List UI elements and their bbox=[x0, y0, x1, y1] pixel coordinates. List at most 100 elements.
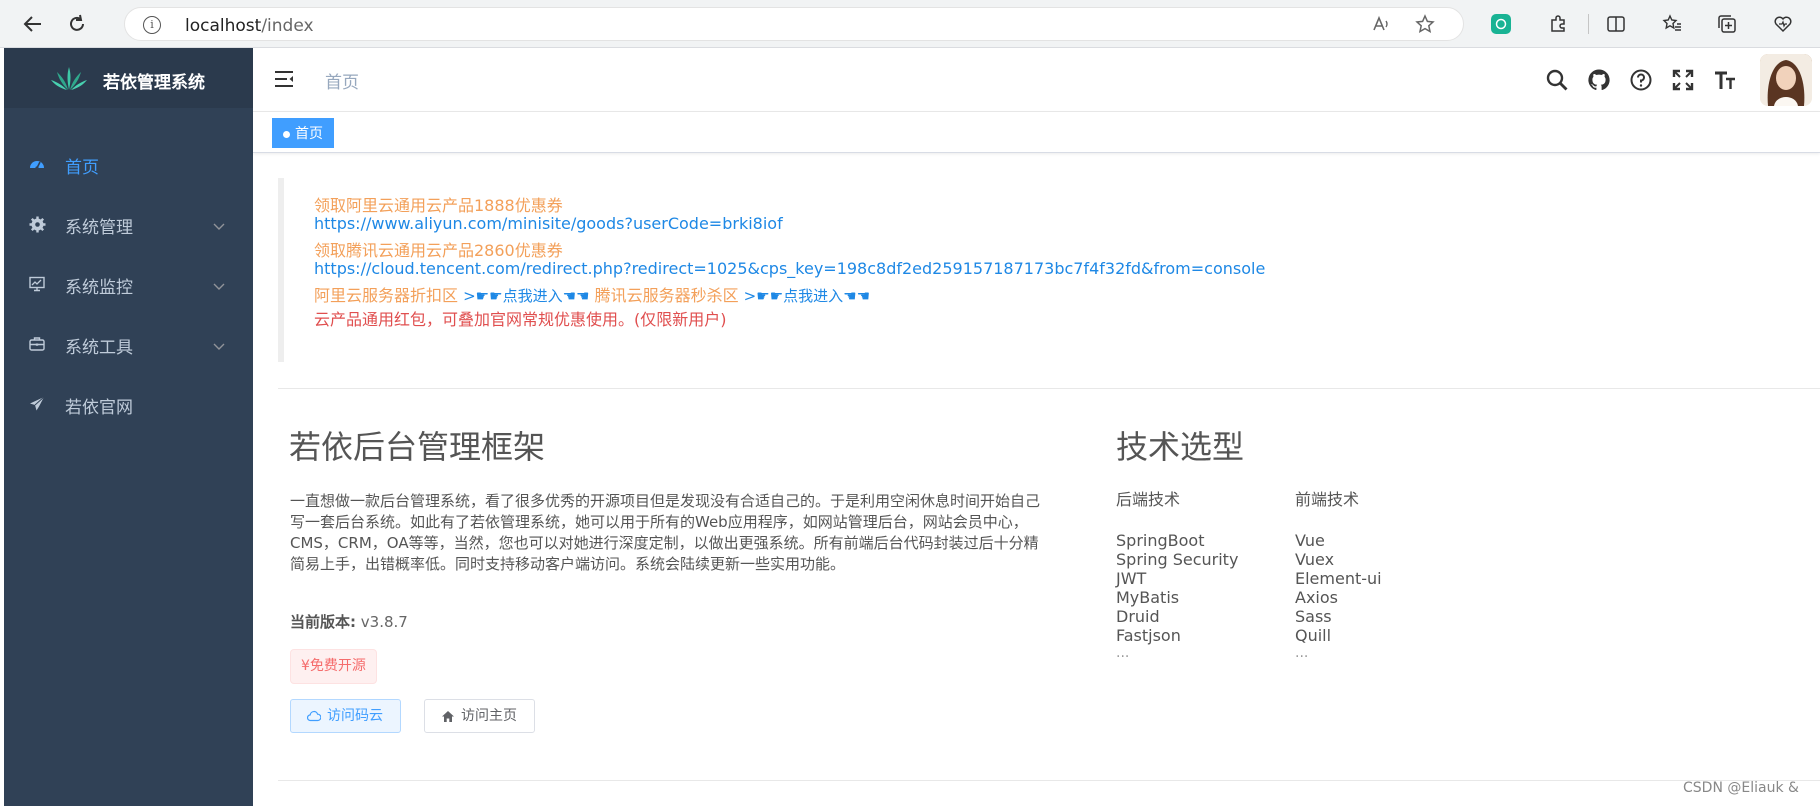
list-item: SpringBoot bbox=[1116, 531, 1205, 550]
sidebar-item-label: 系统管理 bbox=[65, 218, 133, 238]
version-label: 当前版本: bbox=[290, 613, 356, 631]
github-icon bbox=[1588, 69, 1610, 91]
hamburger-icon bbox=[275, 71, 293, 87]
browser-toolbar: i localhost/index bbox=[0, 0, 1820, 48]
framework-title: 若依后台管理框架 bbox=[289, 428, 546, 466]
sidebar-item-official-site[interactable]: 若依官网 bbox=[4, 376, 253, 432]
sidebar-item-monitor[interactable]: 系统监控 bbox=[4, 256, 253, 312]
tencent-server-zone: 腾讯云服务器秒杀区 bbox=[594, 286, 739, 305]
sidebar-toggle-button[interactable] bbox=[273, 68, 295, 90]
backend-tech-heading: 后端技术 bbox=[1116, 490, 1181, 509]
aliyun-coupon-link[interactable]: https://www.aliyun.com/minisite/goods?us… bbox=[314, 214, 783, 233]
question-circle-icon bbox=[1630, 69, 1652, 91]
split-screen-icon[interactable] bbox=[1604, 12, 1628, 36]
chevron-down-icon bbox=[213, 336, 225, 355]
breadcrumb: 首页 bbox=[325, 73, 359, 93]
chatgpt-extension-icon[interactable] bbox=[1491, 14, 1511, 34]
url-text: localhost/index bbox=[185, 16, 314, 36]
toolbox-icon bbox=[28, 335, 46, 353]
list-item: Vuex bbox=[1295, 550, 1335, 569]
browser-essentials-icon[interactable] bbox=[1771, 12, 1795, 36]
frontend-tech-heading: 前端技术 bbox=[1295, 490, 1360, 509]
tencent-enter-link[interactable]: >☛☛点我进入☚☚ bbox=[744, 287, 870, 305]
list-item: Sass bbox=[1295, 607, 1332, 626]
reload-button[interactable] bbox=[62, 9, 92, 39]
list-more: ... bbox=[1116, 645, 1130, 661]
top-navbar: 首页 bbox=[253, 48, 1820, 112]
sidebar-item-label: 若依官网 bbox=[65, 398, 133, 418]
collections-icon[interactable] bbox=[1715, 12, 1739, 36]
sidebar-item-label: 首页 bbox=[65, 158, 99, 178]
favorite-star-icon[interactable] bbox=[1414, 14, 1436, 36]
aliyun-server-zone: 阿里云服务器折扣区 bbox=[314, 286, 459, 305]
sidebar-item-label: 系统监控 bbox=[65, 278, 133, 298]
server-zone-row: 阿里云服务器折扣区 >☛☛点我进入☚☚ 腾讯云服务器秒杀区 >☛☛点我进入☚☚ bbox=[314, 282, 870, 306]
chevron-down-icon bbox=[213, 276, 225, 295]
version-line: 当前版本: v3.8.7 bbox=[290, 611, 408, 632]
github-button[interactable] bbox=[1585, 66, 1613, 94]
divider bbox=[278, 388, 1820, 389]
tag-home[interactable]: 首页 bbox=[272, 118, 334, 148]
csdn-watermark: CSDN @Eliauk & bbox=[1683, 780, 1799, 796]
version-value: v3.8.7 bbox=[360, 613, 408, 631]
visit-home-label: 访问主页 bbox=[461, 708, 517, 724]
sidebar-item-system[interactable]: 系统管理 bbox=[4, 196, 253, 252]
site-info-icon[interactable]: i bbox=[143, 16, 161, 34]
tags-view-bar: 首页 bbox=[253, 112, 1820, 153]
red-envelope-note: 云产品通用红包，可叠加官网常规优惠使用。(仅限新用户) bbox=[314, 310, 727, 329]
help-button[interactable] bbox=[1627, 66, 1655, 94]
promo-notice: 领取阿里云通用云产品1888优惠券 https://www.aliyun.com… bbox=[278, 178, 1820, 362]
tencent-coupon-link[interactable]: https://cloud.tencent.com/redirect.php?r… bbox=[314, 259, 1265, 278]
list-item: Quill bbox=[1295, 626, 1332, 645]
divider bbox=[278, 780, 1820, 781]
free-open-source-tag: ¥免费开源 bbox=[290, 649, 377, 684]
visit-home-button[interactable]: 访问主页 bbox=[424, 699, 535, 733]
sidebar-logo[interactable]: 若依管理系统 bbox=[4, 48, 253, 108]
reload-icon bbox=[70, 14, 84, 31]
gear-icon bbox=[28, 215, 46, 233]
list-item: Element-ui bbox=[1295, 569, 1382, 588]
visit-gitee-label: 访问码云 bbox=[327, 708, 383, 724]
frontend-tech-column: 前端技术 Vue Vuex Element-ui Axios Sass Quil… bbox=[1295, 486, 1382, 662]
url-path: /index bbox=[261, 16, 314, 36]
tech-stack-title: 技术选型 bbox=[1116, 428, 1245, 466]
sidebar-item-label: 系统工具 bbox=[65, 338, 133, 358]
backend-tech-column: 后端技术 SpringBoot Spring Security JWT MyBa… bbox=[1116, 486, 1238, 662]
read-aloud-icon[interactable] bbox=[1370, 14, 1392, 36]
list-item: JWT bbox=[1116, 569, 1147, 588]
monitor-icon bbox=[28, 275, 46, 293]
fullscreen-icon bbox=[1672, 69, 1694, 91]
active-dot-icon bbox=[283, 131, 290, 138]
chevron-down-icon bbox=[213, 216, 225, 235]
aliyun-coupon-title: 领取阿里云通用云产品1888优惠券 bbox=[314, 196, 563, 215]
font-size-icon bbox=[1715, 71, 1735, 89]
toolbar-separator bbox=[1588, 14, 1589, 34]
list-item: Vue bbox=[1295, 531, 1325, 550]
address-bar[interactable]: i localhost/index bbox=[124, 7, 1464, 41]
ruoyi-logo-icon bbox=[51, 67, 87, 90]
framework-description: 一直想做一款后台管理系统，看了很多优秀的开源项目但是发现没有合适自己的。于是利用… bbox=[290, 492, 1041, 573]
url-host: localhost bbox=[185, 16, 262, 36]
sidebar-logo-text: 若依管理系统 bbox=[103, 73, 205, 93]
sidebar-item-home[interactable]: 首页 bbox=[4, 136, 253, 192]
extensions-puzzle-icon[interactable] bbox=[1546, 12, 1570, 36]
sidebar-item-tools[interactable]: 系统工具 bbox=[4, 316, 253, 372]
list-item: Axios bbox=[1295, 588, 1338, 607]
paper-plane-icon bbox=[28, 395, 46, 413]
user-avatar[interactable] bbox=[1760, 54, 1812, 106]
search-icon bbox=[1546, 69, 1568, 91]
back-button[interactable] bbox=[18, 9, 48, 39]
search-button[interactable] bbox=[1543, 66, 1571, 94]
home-icon bbox=[441, 709, 455, 723]
aliyun-enter-link[interactable]: >☛☛点我进入☚☚ bbox=[463, 287, 589, 305]
font-size-button[interactable] bbox=[1711, 66, 1739, 94]
list-item: Fastjson bbox=[1116, 626, 1181, 645]
tencent-coupon-title: 领取腾讯云通用云产品2860优惠券 bbox=[314, 241, 563, 260]
visit-gitee-button[interactable]: 访问码云 bbox=[290, 699, 401, 733]
list-item: Spring Security bbox=[1116, 550, 1239, 569]
tag-label: 首页 bbox=[295, 126, 323, 142]
list-item: Druid bbox=[1116, 607, 1160, 626]
back-arrow-icon bbox=[23, 16, 41, 32]
fullscreen-button[interactable] bbox=[1669, 66, 1697, 94]
favorites-list-icon[interactable] bbox=[1660, 12, 1684, 36]
